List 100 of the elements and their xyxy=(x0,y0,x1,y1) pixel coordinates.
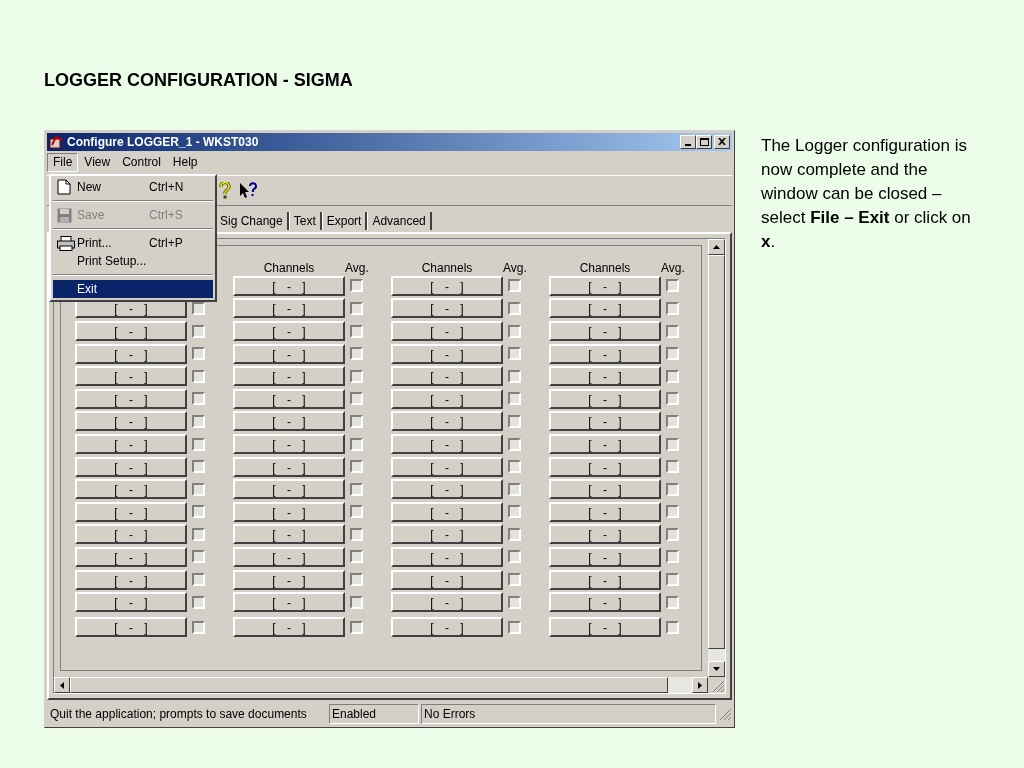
avg-checkbox[interactable] xyxy=(508,482,521,496)
channel-button[interactable]: [ - ] xyxy=(391,569,503,590)
avg-checkbox[interactable] xyxy=(508,392,521,406)
channel-button[interactable]: [ - ] xyxy=(233,569,345,590)
channel-button[interactable]: [ - ] xyxy=(233,275,345,296)
channel-button[interactable]: [ - ] xyxy=(75,343,187,364)
pointer-help-icon[interactable] xyxy=(239,181,257,199)
avg-checkbox[interactable] xyxy=(666,620,679,634)
channel-button[interactable]: [ - ] xyxy=(233,546,345,567)
channel-button[interactable]: [ - ] xyxy=(391,501,503,522)
resize-grip-icon[interactable] xyxy=(718,707,732,722)
channel-button[interactable]: [ - ] xyxy=(391,434,503,454)
avg-checkbox[interactable] xyxy=(666,595,679,609)
avg-checkbox[interactable] xyxy=(192,324,205,338)
channel-button[interactable]: [ - ] xyxy=(549,501,661,522)
channel-button[interactable]: [ - ] xyxy=(233,479,345,500)
channel-button[interactable]: [ - ] xyxy=(233,298,345,319)
avg-checkbox[interactable] xyxy=(666,437,679,451)
avg-checkbox[interactable] xyxy=(508,347,521,361)
channel-button[interactable]: [ - ] xyxy=(549,617,661,638)
avg-checkbox[interactable] xyxy=(666,460,679,474)
channel-button[interactable]: [ - ] xyxy=(75,501,187,522)
avg-checkbox[interactable] xyxy=(666,573,679,587)
avg-checkbox[interactable] xyxy=(350,482,363,496)
channel-button[interactable]: [ - ] xyxy=(549,343,661,364)
avg-checkbox[interactable] xyxy=(350,414,363,428)
avg-checkbox[interactable] xyxy=(350,527,363,541)
channel-button[interactable]: [ - ] xyxy=(391,343,503,364)
avg-checkbox[interactable] xyxy=(666,347,679,361)
channel-button[interactable]: [ - ] xyxy=(75,411,187,432)
menu-bar-item[interactable]: View xyxy=(78,153,117,173)
channel-button[interactable]: [ - ] xyxy=(233,434,345,454)
avg-checkbox[interactable] xyxy=(350,369,363,383)
channel-button[interactable]: [ - ] xyxy=(233,366,345,387)
channel-button[interactable]: [ - ] xyxy=(391,617,503,638)
avg-checkbox[interactable] xyxy=(350,573,363,587)
avg-checkbox[interactable] xyxy=(508,414,521,428)
avg-checkbox[interactable] xyxy=(666,550,679,564)
channel-button[interactable]: [ - ] xyxy=(75,569,187,590)
channel-button[interactable]: [ - ] xyxy=(391,321,503,342)
avg-checkbox[interactable] xyxy=(192,527,205,541)
menu-item[interactable]: Print Setup... xyxy=(53,252,213,270)
avg-checkbox[interactable] xyxy=(666,392,679,406)
channel-button[interactable]: [ - ] xyxy=(391,388,503,409)
avg-checkbox[interactable] xyxy=(666,527,679,541)
avg-checkbox[interactable] xyxy=(350,324,363,338)
avg-checkbox[interactable] xyxy=(508,437,521,451)
channel-button[interactable]: [ - ] xyxy=(233,592,345,613)
tab[interactable]: Export xyxy=(321,211,368,230)
avg-checkbox[interactable] xyxy=(192,550,205,564)
channel-button[interactable]: [ - ] xyxy=(233,456,345,477)
avg-checkbox[interactable] xyxy=(508,620,521,634)
avg-checkbox[interactable] xyxy=(508,573,521,587)
vertical-scrollbar[interactable] xyxy=(708,238,725,678)
channel-button[interactable]: [ - ] xyxy=(233,501,345,522)
channel-button[interactable]: [ - ] xyxy=(391,298,503,319)
avg-checkbox[interactable] xyxy=(192,347,205,361)
menu-bar-item[interactable]: File xyxy=(47,153,79,173)
channel-button[interactable]: [ - ] xyxy=(391,366,503,387)
help-icon[interactable] xyxy=(219,181,231,199)
avg-checkbox[interactable] xyxy=(666,505,679,519)
channel-button[interactable]: [ - ] xyxy=(549,298,661,319)
avg-checkbox[interactable] xyxy=(508,460,521,474)
channel-button[interactable]: [ - ] xyxy=(233,388,345,409)
channel-button[interactable]: [ - ] xyxy=(391,546,503,567)
avg-checkbox[interactable] xyxy=(666,482,679,496)
channel-button[interactable]: [ - ] xyxy=(75,479,187,500)
channel-button[interactable]: [ - ] xyxy=(549,569,661,590)
avg-checkbox[interactable] xyxy=(666,279,679,293)
channel-button[interactable]: [ - ] xyxy=(549,411,661,432)
avg-checkbox[interactable] xyxy=(192,369,205,383)
channel-button[interactable]: [ - ] xyxy=(75,524,187,545)
avg-checkbox[interactable] xyxy=(508,279,521,293)
channel-button[interactable]: [ - ] xyxy=(75,321,187,342)
channel-button[interactable]: [ - ] xyxy=(391,411,503,432)
avg-checkbox[interactable] xyxy=(666,301,679,315)
avg-checkbox[interactable] xyxy=(350,505,363,519)
avg-checkbox[interactable] xyxy=(350,550,363,564)
maximize-button[interactable] xyxy=(696,135,712,149)
avg-checkbox[interactable] xyxy=(666,414,679,428)
channel-button[interactable]: [ - ] xyxy=(233,343,345,364)
horizontal-scrollbar[interactable] xyxy=(54,677,708,694)
avg-checkbox[interactable] xyxy=(508,595,521,609)
channel-button[interactable]: [ - ] xyxy=(549,546,661,567)
channel-button[interactable]: [ - ] xyxy=(75,617,187,638)
avg-checkbox[interactable] xyxy=(350,301,363,315)
avg-checkbox[interactable] xyxy=(350,620,363,634)
avg-checkbox[interactable] xyxy=(192,482,205,496)
avg-checkbox[interactable] xyxy=(666,369,679,383)
avg-checkbox[interactable] xyxy=(192,573,205,587)
channel-button[interactable]: [ - ] xyxy=(75,456,187,477)
avg-checkbox[interactable] xyxy=(666,324,679,338)
avg-checkbox[interactable] xyxy=(192,460,205,474)
channel-button[interactable]: [ - ] xyxy=(233,617,345,638)
avg-checkbox[interactable] xyxy=(508,527,521,541)
channel-button[interactable]: [ - ] xyxy=(391,479,503,500)
channel-button[interactable]: [ - ] xyxy=(391,524,503,545)
channel-button[interactable]: [ - ] xyxy=(75,546,187,567)
channel-button[interactable]: [ - ] xyxy=(549,456,661,477)
avg-checkbox[interactable] xyxy=(350,279,363,293)
